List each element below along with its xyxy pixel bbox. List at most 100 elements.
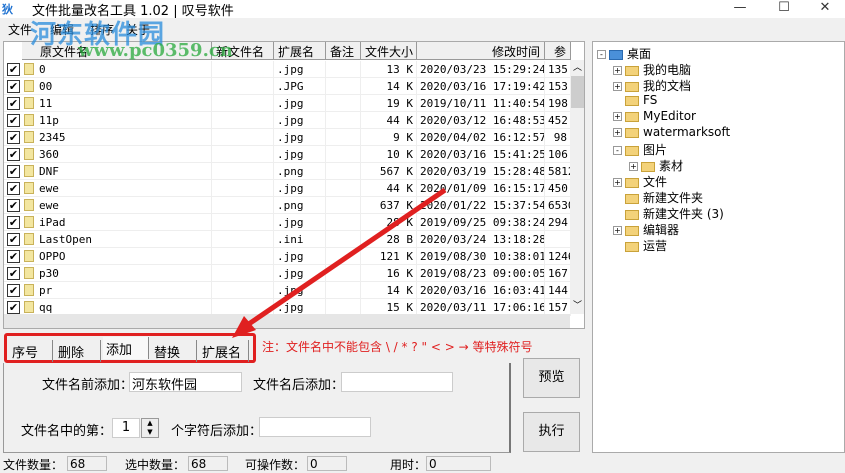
tree-node[interactable]: 运营 (597, 237, 844, 253)
collapse-icon[interactable]: - (613, 146, 622, 155)
tree-node[interactable]: + watermarksoft (597, 125, 844, 141)
table-row[interactable]: ✔ ewe .png 637 K2020/01/22 15:37:546530 (4, 197, 571, 214)
scroll-thumb[interactable] (571, 76, 584, 108)
tree-node[interactable]: 新建文件夹 (597, 189, 844, 205)
suffix-input[interactable] (341, 372, 453, 392)
tree-node[interactable]: + 文件 (597, 173, 844, 189)
operable-count: 0 (307, 456, 347, 471)
horizontal-scrollbar[interactable] (4, 314, 570, 328)
row-checkbox[interactable]: ✔ (7, 301, 20, 314)
modified-time-cell: 2019/09/25 09:38:24 (417, 214, 545, 231)
row-checkbox[interactable]: ✔ (7, 114, 20, 127)
extension-cell: .png (274, 197, 326, 214)
row-checkbox[interactable]: ✔ (7, 216, 20, 229)
extension-cell: .ini (274, 231, 326, 248)
expand-icon[interactable]: + (613, 178, 622, 187)
expand-icon[interactable]: + (613, 128, 622, 137)
desktop-icon (609, 49, 623, 60)
tree-node[interactable]: - 图片 (597, 141, 844, 157)
scroll-down-icon[interactable]: ﹀ (570, 298, 584, 312)
maximize-button[interactable]: ☐ (764, 0, 804, 18)
file-icon (24, 97, 34, 109)
row-checkbox[interactable]: ✔ (7, 233, 20, 246)
close-button[interactable]: ✕ (805, 0, 845, 18)
preview-button[interactable]: 预览 (523, 358, 580, 398)
folder-icon (625, 193, 639, 204)
row-checkbox[interactable]: ✔ (7, 267, 20, 280)
new-name-cell (212, 163, 274, 180)
table-row[interactable]: ✔ 00 .JPG 14 K 2020/03/16 17:19:42 153 (4, 78, 571, 95)
expand-icon[interactable]: + (613, 112, 622, 121)
expand-icon[interactable]: + (613, 82, 622, 91)
tab-extension[interactable]: 扩展名 (199, 340, 249, 362)
tree-node[interactable]: + 素材 (597, 157, 844, 173)
tree-node[interactable]: + 我的电脑 (597, 61, 844, 77)
row-checkbox[interactable]: ✔ (7, 148, 20, 161)
column-header[interactable]: 修改时间 (417, 42, 545, 60)
table-row[interactable]: ✔ 11 .jpg 19 K 2019/10/11 11:40:54 198 (4, 95, 571, 112)
row-checkbox[interactable]: ✔ (7, 199, 20, 212)
file-size-cell: 14 K (361, 282, 417, 299)
minimize-button[interactable]: — (720, 0, 760, 18)
tree-node-label: watermarksoft (643, 125, 731, 139)
modified-time-cell: 2020/03/16 17:19:42 (417, 78, 545, 95)
column-header[interactable]: 参 (545, 42, 571, 60)
row-checkbox[interactable]: ✔ (7, 63, 20, 76)
scroll-up-icon[interactable]: ︿ (570, 60, 584, 74)
collapse-icon[interactable]: - (597, 50, 606, 59)
tab-delete[interactable]: 删除 (55, 340, 101, 362)
table-row[interactable]: ✔ 11p .jpg 44 K 2020/03/12 16:48:53 452 (4, 112, 571, 129)
table-row[interactable]: ✔ ewe .jpg 44 K 2020/01/09 16:15:17 450 (4, 180, 571, 197)
tree-node[interactable]: - 桌面 (597, 45, 844, 61)
tree-node[interactable]: + 编辑器 (597, 221, 844, 237)
status-bar: 文件数量： 68 选中数量： 68 可操作数： 0 用时： 0 (0, 454, 845, 472)
expand-icon[interactable]: + (629, 162, 638, 171)
table-row[interactable]: ✔ DNF .png 567 K2020/03/19 15:28:485812 (4, 163, 571, 180)
tree-node[interactable]: FS (597, 93, 844, 109)
position-input[interactable]: 1 (112, 418, 140, 438)
table-row[interactable]: ✔ p30 .jpg 16 K 2019/08/23 09:00:05 167 (4, 265, 571, 282)
row-checkbox[interactable]: ✔ (7, 131, 20, 144)
table-row[interactable]: ✔ pr .jpg 14 K 2020/03/16 16:03:41 144 (4, 282, 571, 299)
expand-icon[interactable]: + (613, 226, 622, 235)
row-checkbox[interactable]: ✔ (7, 284, 20, 297)
watermark-url: www.pc0359.cn (78, 40, 233, 61)
after-char-label: 个字符后添加： (171, 424, 263, 439)
column-header[interactable]: 文件大小 (361, 42, 417, 60)
tab-add[interactable]: 添加 (103, 337, 149, 359)
remark-cell (326, 112, 361, 129)
row-checkbox[interactable]: ✔ (7, 80, 20, 93)
after-char-input[interactable] (259, 417, 371, 437)
table-row[interactable]: ✔ 360 .jpg 10 K 2020/03/16 15:41:25 106 (4, 146, 571, 163)
table-row[interactable]: ✔ iPad .jpg 28 K 2019/09/25 09:38:24 294 (4, 214, 571, 231)
extension-cell: .jpg (274, 265, 326, 282)
table-row[interactable]: ✔ 2345 .jpg 9 K 2020/04/02 16:12:57 98 (4, 129, 571, 146)
row-checkbox[interactable]: ✔ (7, 97, 20, 110)
table-row[interactable]: ✔ OPPO .jpg 121 K2019/08/30 10:38:011246 (4, 248, 571, 265)
modified-time-cell: 2019/08/30 10:38:01 (417, 248, 545, 265)
row-checkbox[interactable]: ✔ (7, 250, 20, 263)
tab-sequence[interactable]: 序号 (9, 340, 53, 362)
tree-node[interactable]: 新建文件夹 (3) (597, 205, 844, 221)
column-header[interactable]: 备注 (326, 42, 361, 60)
tree-node[interactable]: + MyEditor (597, 109, 844, 125)
execute-button[interactable]: 执行 (523, 412, 580, 452)
add-panel: 文件名前添加： 河东软件园 文件名后添加： 文件名中的第： 1 ▲ ▼ 个字符后添… (3, 363, 511, 453)
expand-icon[interactable]: + (613, 66, 622, 75)
remark-cell (326, 95, 361, 112)
column-header[interactable]: 扩展名 (274, 42, 326, 60)
row-checkbox[interactable]: ✔ (7, 165, 20, 178)
tree-node[interactable]: + 我的文档 (597, 77, 844, 93)
prefix-input[interactable]: 河东软件园 (129, 372, 242, 393)
file-icon (24, 148, 34, 160)
table-row[interactable]: ✔ LastOpen .ini 28 B 2020/03/24 13:18:28 (4, 231, 571, 248)
position-stepper[interactable]: ▲ ▼ (141, 418, 159, 438)
new-name-cell (212, 61, 274, 78)
file-size-cell: 16 K (361, 265, 417, 282)
vertical-scrollbar[interactable]: ︿ ﹀ (570, 60, 584, 314)
table-row[interactable]: ✔ 0 .jpg 13 K 2020/03/23 15:29:24 135 (4, 61, 571, 78)
row-checkbox[interactable]: ✔ (7, 182, 20, 195)
menu-file[interactable]: 文件 (8, 21, 32, 38)
file-icon (24, 131, 34, 143)
tab-replace[interactable]: 替换 (151, 340, 197, 362)
